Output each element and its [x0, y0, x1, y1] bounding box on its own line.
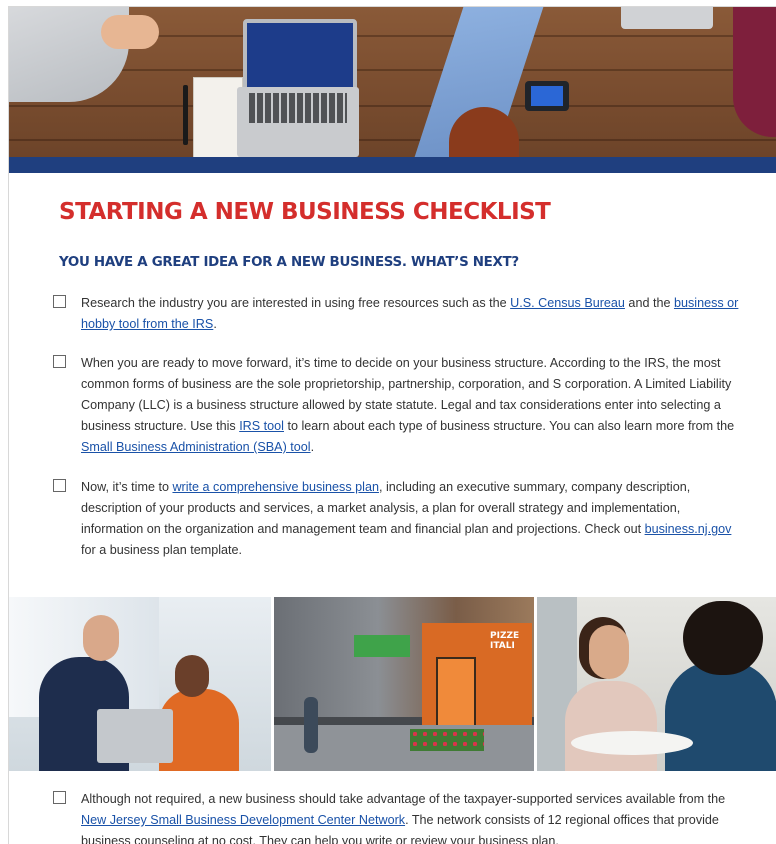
- checkbox[interactable]: [53, 479, 66, 492]
- business-plan-link[interactable]: write a comprehensive business plan: [172, 480, 379, 494]
- checkbox[interactable]: [53, 295, 66, 308]
- hero-photo: [9, 7, 776, 157]
- census-bureau-link[interactable]: U.S. Census Bureau: [510, 296, 625, 310]
- checklist-item-text: Now, it’s time to write a comprehensive …: [81, 480, 732, 557]
- business-meeting-photo: [9, 597, 271, 771]
- page-subtitle: YOU HAVE A GREAT IDEA FOR A NEW BUSINESS…: [59, 255, 519, 270]
- shop-sign-text: PIZZE ITALI: [490, 631, 520, 651]
- checklist-item-text: Although not required, a new business sh…: [81, 792, 726, 844]
- storefront-photo: PIZZE ITALI: [274, 597, 534, 771]
- checklist-item-text: When you are ready to move forward, it’s…: [81, 356, 735, 454]
- checkbox[interactable]: [53, 791, 66, 804]
- checkbox[interactable]: [53, 355, 66, 368]
- page-title: STARTING A NEW BUSINESS CHECKLIST: [59, 199, 551, 225]
- checklist-item-research: Research the industry you are interested…: [53, 293, 743, 335]
- checklist-item-text: Research the industry you are interested…: [81, 296, 739, 331]
- photo-strip: PIZZE ITALI: [9, 597, 776, 771]
- meeting-women-photo: [537, 597, 776, 771]
- checklist-item-structure: When you are ready to move forward, it’s…: [53, 353, 743, 458]
- checklist-item-business-plan: Now, it’s time to write a comprehensive …: [53, 477, 743, 561]
- sba-tool-link[interactable]: Small Business Administration (SBA) tool: [81, 440, 311, 454]
- header-divider-bar: [9, 157, 776, 173]
- business-nj-gov-link[interactable]: business.nj.gov: [645, 522, 732, 536]
- checklist-item-sbdc: Although not required, a new business sh…: [53, 789, 743, 844]
- nj-sbdc-link[interactable]: New Jersey Small Business Development Ce…: [81, 813, 405, 827]
- irs-tool-link[interactable]: IRS tool: [239, 419, 284, 433]
- document-page: STARTING A NEW BUSINESS CHECKLIST YOU HA…: [8, 6, 776, 844]
